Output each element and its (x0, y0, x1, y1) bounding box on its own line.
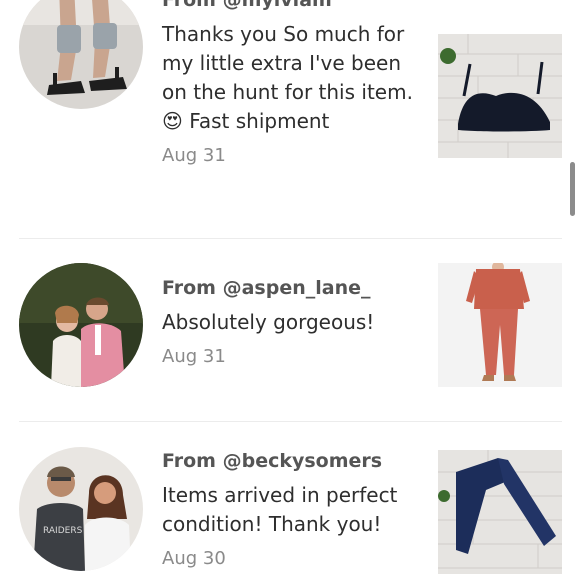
review-item: From @mylviam Thanks you So much for my … (0, 0, 580, 239)
review-from[interactable]: From @mylviam (162, 0, 422, 14)
listing-thumbnail[interactable] (438, 263, 562, 387)
review-message: Thanks you So much for my little extra I… (162, 22, 413, 133)
reviewer-avatar[interactable]: RAIDERS (19, 447, 143, 571)
review-date: Aug 31 (162, 145, 226, 166)
svg-text:RAIDERS: RAIDERS (43, 526, 83, 536)
review-from[interactable]: From @beckysomers (162, 447, 422, 475)
heels-photo-icon (19, 0, 143, 109)
reviews-feed: From @mylviam Thanks you So much for my … (0, 0, 580, 580)
review-content: From @aspen_lane_ Absolutely gorgeous! A… (162, 274, 422, 369)
review-content: From @beckysomers Items arrived in perfe… (162, 447, 422, 571)
reviewer-avatar[interactable] (19, 263, 143, 387)
pants-photo-icon (438, 450, 562, 574)
couple-photo-icon: RAIDERS (19, 447, 143, 571)
review-from[interactable]: From @aspen_lane_ (162, 274, 422, 302)
review-message: Items arrived in perfect condition! Than… (162, 483, 398, 536)
scrollbar[interactable] (570, 162, 575, 216)
bra-photo-icon (438, 34, 562, 158)
review-date: Aug 31 (162, 346, 226, 367)
reviewer-avatar[interactable] (19, 0, 143, 109)
review-message: Absolutely gorgeous! (162, 310, 375, 334)
listing-thumbnail[interactable] (438, 450, 562, 574)
listing-thumbnail[interactable] (438, 34, 562, 158)
review-date: Aug 30 (162, 548, 226, 569)
outfit-photo-icon (438, 263, 562, 387)
couple-photo-icon (19, 263, 143, 387)
review-content: From @mylviam Thanks you So much for my … (162, 0, 422, 168)
review-item: From @aspen_lane_ Absolutely gorgeous! A… (0, 239, 580, 422)
review-item: RAIDERS From @beckysomers Items arrived … (0, 422, 580, 580)
